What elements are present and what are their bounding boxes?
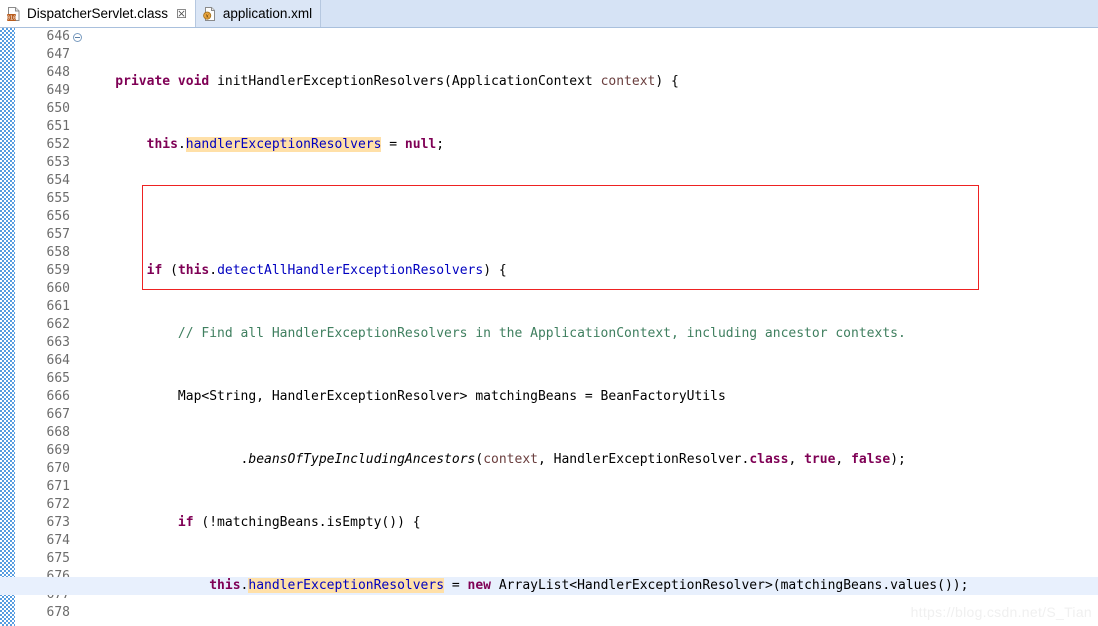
line-number: 671 — [46, 479, 70, 494]
line-number: 654 — [46, 173, 70, 188]
tab-application-xml[interactable]: x application.xml — [195, 0, 322, 27]
line-number: 648 — [46, 65, 70, 80]
line-number: 662 — [46, 317, 70, 332]
svg-text:010: 010 — [7, 15, 17, 21]
tab-dispatcherservlet-class[interactable]: 010 DispatcherServlet.class ☒ — [0, 0, 196, 27]
tab-label: application.xml — [222, 6, 313, 21]
code-line-652[interactable]: .beansOfTypeIncludingAncestors(context, … — [84, 451, 1098, 469]
code-line-654[interactable]: this.handlerExceptionResolvers = new Arr… — [0, 577, 1098, 595]
line-number: 663 — [46, 335, 70, 350]
editor-tab-bar: 010 DispatcherServlet.class ☒ x applicat… — [0, 0, 1098, 28]
line-number: 661 — [46, 299, 70, 314]
code-editor[interactable]: 646 647 648 649 650 651 652 653 654 655 … — [0, 28, 1098, 626]
java-class-file-icon: 010 — [7, 6, 20, 21]
code-line-647[interactable]: this.handlerExceptionResolvers = null; — [84, 136, 1098, 154]
line-number: 668 — [46, 425, 70, 440]
line-number: 669 — [46, 443, 70, 458]
code-folding-column[interactable] — [72, 28, 84, 626]
fold-collapse-icon[interactable] — [73, 33, 82, 42]
xml-file-icon: x — [203, 6, 215, 21]
line-number: 649 — [46, 83, 70, 98]
line-number: 674 — [46, 533, 70, 548]
line-number: 665 — [46, 371, 70, 386]
close-icon[interactable]: ☒ — [176, 8, 187, 20]
line-number: 664 — [46, 353, 70, 368]
tab-label: DispatcherServlet.class — [27, 6, 169, 21]
line-number: 652 — [46, 137, 70, 152]
line-number: 653 — [46, 155, 70, 170]
line-number: 650 — [46, 101, 70, 116]
line-number: 660 — [46, 281, 70, 296]
code-text-area[interactable]: private void initHandlerExceptionResolve… — [0, 28, 1098, 626]
line-number: 678 — [46, 605, 70, 620]
code-line-648[interactable] — [84, 199, 1098, 217]
line-number: 651 — [46, 119, 70, 134]
code-line-646[interactable]: private void initHandlerExceptionResolve… — [84, 73, 1098, 91]
code-line-651[interactable]: Map<String, HandlerExceptionResolver> ma… — [84, 388, 1098, 406]
line-number: 656 — [46, 209, 70, 224]
code-line-650[interactable]: // Find all HandlerExceptionResolvers in… — [84, 325, 1098, 343]
code-line-649[interactable]: if (this.detectAllHandlerExceptionResolv… — [84, 262, 1098, 280]
marker-bar[interactable] — [0, 28, 15, 626]
line-number: 672 — [46, 497, 70, 512]
line-number: 675 — [46, 551, 70, 566]
line-number: 647 — [46, 47, 70, 62]
line-number: 666 — [46, 389, 70, 404]
line-number: 667 — [46, 407, 70, 422]
code-line-653[interactable]: if (!matchingBeans.isEmpty()) { — [84, 514, 1098, 532]
line-number: 658 — [46, 245, 70, 260]
watermark-text: https://blog.csdn.net/S_Tian — [910, 604, 1092, 620]
line-number-gutter: 646 647 648 649 650 651 652 653 654 655 … — [15, 28, 72, 626]
line-number: 659 — [46, 263, 70, 278]
line-number: 673 — [46, 515, 70, 530]
line-number: 657 — [46, 227, 70, 242]
line-number: 655 — [46, 191, 70, 206]
line-number: 670 — [46, 461, 70, 476]
line-number: 646 — [46, 29, 70, 44]
